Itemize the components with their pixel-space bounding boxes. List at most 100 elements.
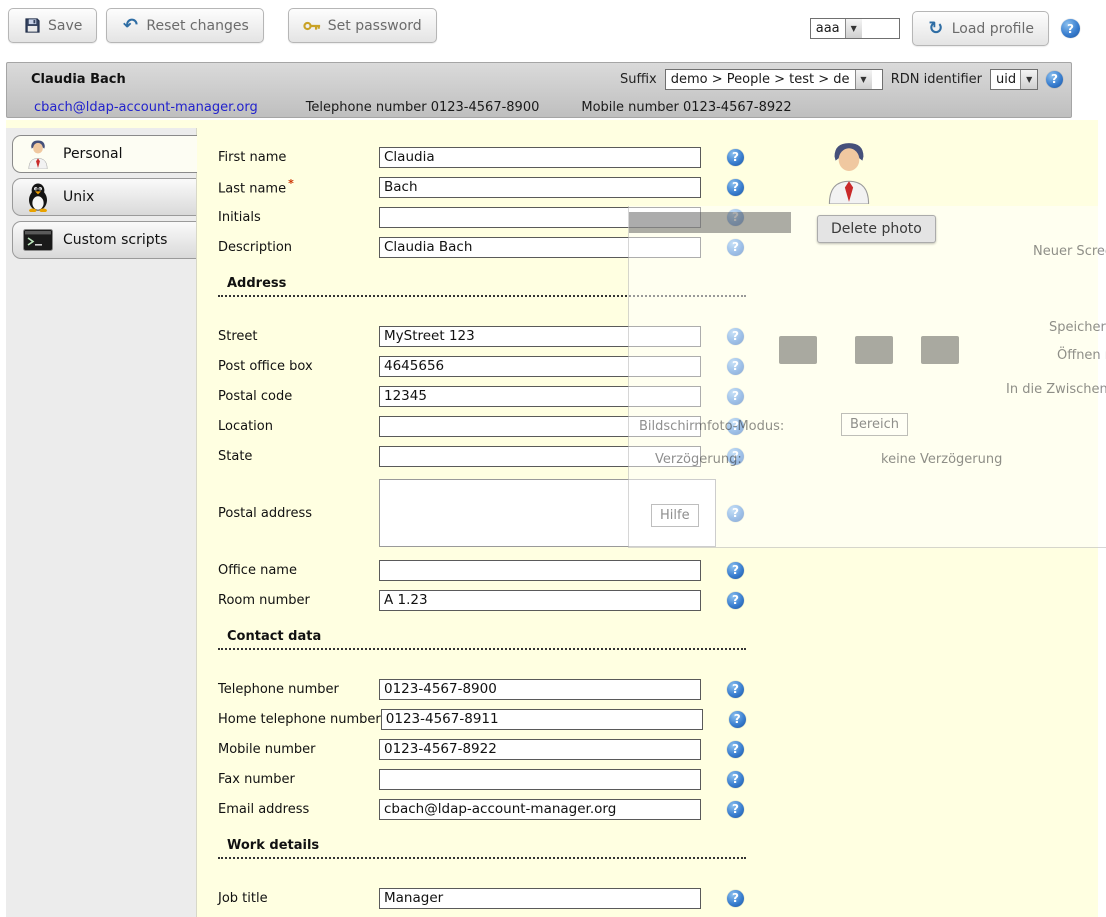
- state-input[interactable]: [379, 446, 701, 467]
- job-title-input[interactable]: [379, 888, 701, 909]
- postal-code-input[interactable]: [379, 386, 701, 407]
- fax-number-row: Fax number: [197, 764, 1098, 794]
- telephone-number-label: Telephone number: [218, 682, 379, 697]
- first-name-row: First name: [197, 142, 1098, 172]
- account-header-row2: cbach@ldap-account-manager.org Telephone…: [7, 95, 1071, 119]
- help-icon[interactable]: [727, 358, 744, 375]
- fax-number-input[interactable]: [379, 769, 701, 790]
- toolbar: Save Reset changes Set password aaa Load: [0, 0, 1106, 54]
- email-address-input[interactable]: [379, 799, 701, 820]
- job-title-label: Job title: [218, 891, 379, 906]
- home-telephone-number-row: Home telephone number: [197, 704, 1098, 734]
- reset-changes-label: Reset changes: [146, 18, 248, 34]
- mobile-number-input[interactable]: [379, 739, 701, 760]
- help-icon[interactable]: [727, 239, 744, 256]
- help-icon[interactable]: [727, 328, 744, 345]
- help-icon[interactable]: [727, 592, 744, 609]
- fax-number-label: Fax number: [218, 772, 379, 787]
- email-address-label: Email address: [218, 802, 379, 817]
- set-password-label: Set password: [328, 18, 422, 34]
- contact-section-header: Contact data: [218, 629, 746, 650]
- save-button[interactable]: Save: [8, 8, 97, 43]
- help-icon[interactable]: [727, 681, 744, 698]
- reset-changes-button[interactable]: Reset changes: [106, 8, 263, 43]
- help-icon[interactable]: [727, 801, 744, 818]
- room-number-input[interactable]: [379, 590, 701, 611]
- mobile-number-row: Mobile number: [197, 734, 1098, 764]
- postal-address-label: Postal address: [218, 506, 379, 521]
- email-link[interactable]: cbach@ldap-account-manager.org: [34, 100, 258, 115]
- main-area: Personal Unix: [6, 120, 1098, 917]
- toolbar-right: aaa Load profile: [810, 11, 1080, 46]
- help-icon[interactable]: [1046, 71, 1063, 88]
- suffix-select[interactable]: demo > People > test > de: [665, 69, 883, 90]
- save-icon: [23, 17, 41, 35]
- description-input[interactable]: [379, 237, 701, 258]
- office-name-label: Office name: [218, 563, 379, 578]
- tab-custom-scripts[interactable]: Custom scripts: [12, 221, 196, 259]
- help-icon[interactable]: [727, 890, 744, 907]
- last-name-input[interactable]: [379, 177, 701, 198]
- load-profile-button[interactable]: Load profile: [912, 11, 1049, 46]
- office-name-input[interactable]: [379, 560, 701, 581]
- help-icon[interactable]: [727, 771, 744, 788]
- required-marker: [288, 177, 294, 190]
- tab-personal-label: Personal: [63, 146, 123, 162]
- help-icon[interactable]: [727, 448, 744, 465]
- tab-unix[interactable]: Unix: [12, 178, 196, 216]
- terminal-icon: [23, 224, 53, 256]
- reload-icon: [927, 20, 945, 38]
- help-icon[interactable]: [727, 418, 744, 435]
- help-icon[interactable]: [1061, 19, 1080, 38]
- last-name-label: Last name: [218, 177, 379, 196]
- help-icon[interactable]: [727, 562, 744, 579]
- help-icon[interactable]: [729, 711, 746, 728]
- photo-block: Delete photo: [817, 140, 927, 243]
- office-name-row: Office name: [197, 555, 1098, 585]
- home-telephone-number-label: Home telephone number: [218, 712, 381, 727]
- street-input[interactable]: [379, 326, 701, 347]
- tab-personal[interactable]: Personal: [12, 135, 197, 173]
- telephone-number-input[interactable]: [379, 679, 701, 700]
- telephone-summary: Telephone number 0123-4567-8900: [306, 100, 540, 115]
- description-label: Description: [218, 240, 379, 255]
- tab-custom-scripts-label: Custom scripts: [63, 232, 167, 248]
- postal-code-row: Postal code: [197, 381, 1098, 411]
- delete-photo-button[interactable]: Delete photo: [817, 215, 936, 243]
- profile-select[interactable]: aaa: [810, 18, 900, 39]
- location-input[interactable]: [379, 416, 701, 437]
- location-row: Location: [197, 411, 1098, 441]
- room-number-row: Room number: [197, 585, 1098, 615]
- chevron-down-icon: [855, 70, 872, 89]
- mobile-number-label: Mobile number: [218, 742, 379, 757]
- initials-label: Initials: [218, 210, 379, 225]
- room-number-label: Room number: [218, 593, 379, 608]
- initials-row: Initials: [197, 202, 1098, 232]
- help-icon[interactable]: [727, 505, 744, 522]
- initials-input[interactable]: [379, 207, 701, 228]
- postal-address-textarea[interactable]: [379, 479, 716, 547]
- account-title: Claudia Bach: [31, 72, 126, 87]
- first-name-input[interactable]: [379, 147, 701, 168]
- help-icon[interactable]: [727, 179, 744, 196]
- last-name-row: Last name: [197, 172, 1098, 202]
- chevron-down-icon: [1020, 70, 1037, 89]
- rdn-label: RDN identifier: [891, 72, 982, 87]
- load-profile-label: Load profile: [952, 21, 1034, 37]
- help-icon[interactable]: [727, 149, 744, 166]
- help-icon[interactable]: [727, 209, 744, 226]
- postal-code-label: Postal code: [218, 389, 379, 404]
- help-icon[interactable]: [727, 388, 744, 405]
- set-password-button[interactable]: Set password: [288, 8, 437, 43]
- rdn-select[interactable]: uid: [990, 69, 1038, 90]
- profile-select-value: aaa: [811, 19, 845, 38]
- home-telephone-number-input[interactable]: [381, 709, 703, 730]
- state-label: State: [218, 449, 379, 464]
- post-office-box-input[interactable]: [379, 356, 701, 377]
- work-section-header: Work details: [218, 838, 746, 859]
- user-photo: [823, 140, 875, 204]
- help-icon[interactable]: [727, 741, 744, 758]
- first-name-label: First name: [218, 150, 379, 165]
- personal-form: First name Last name Initials Descriptio…: [197, 120, 1098, 917]
- post-office-box-row: Post office box: [197, 351, 1098, 381]
